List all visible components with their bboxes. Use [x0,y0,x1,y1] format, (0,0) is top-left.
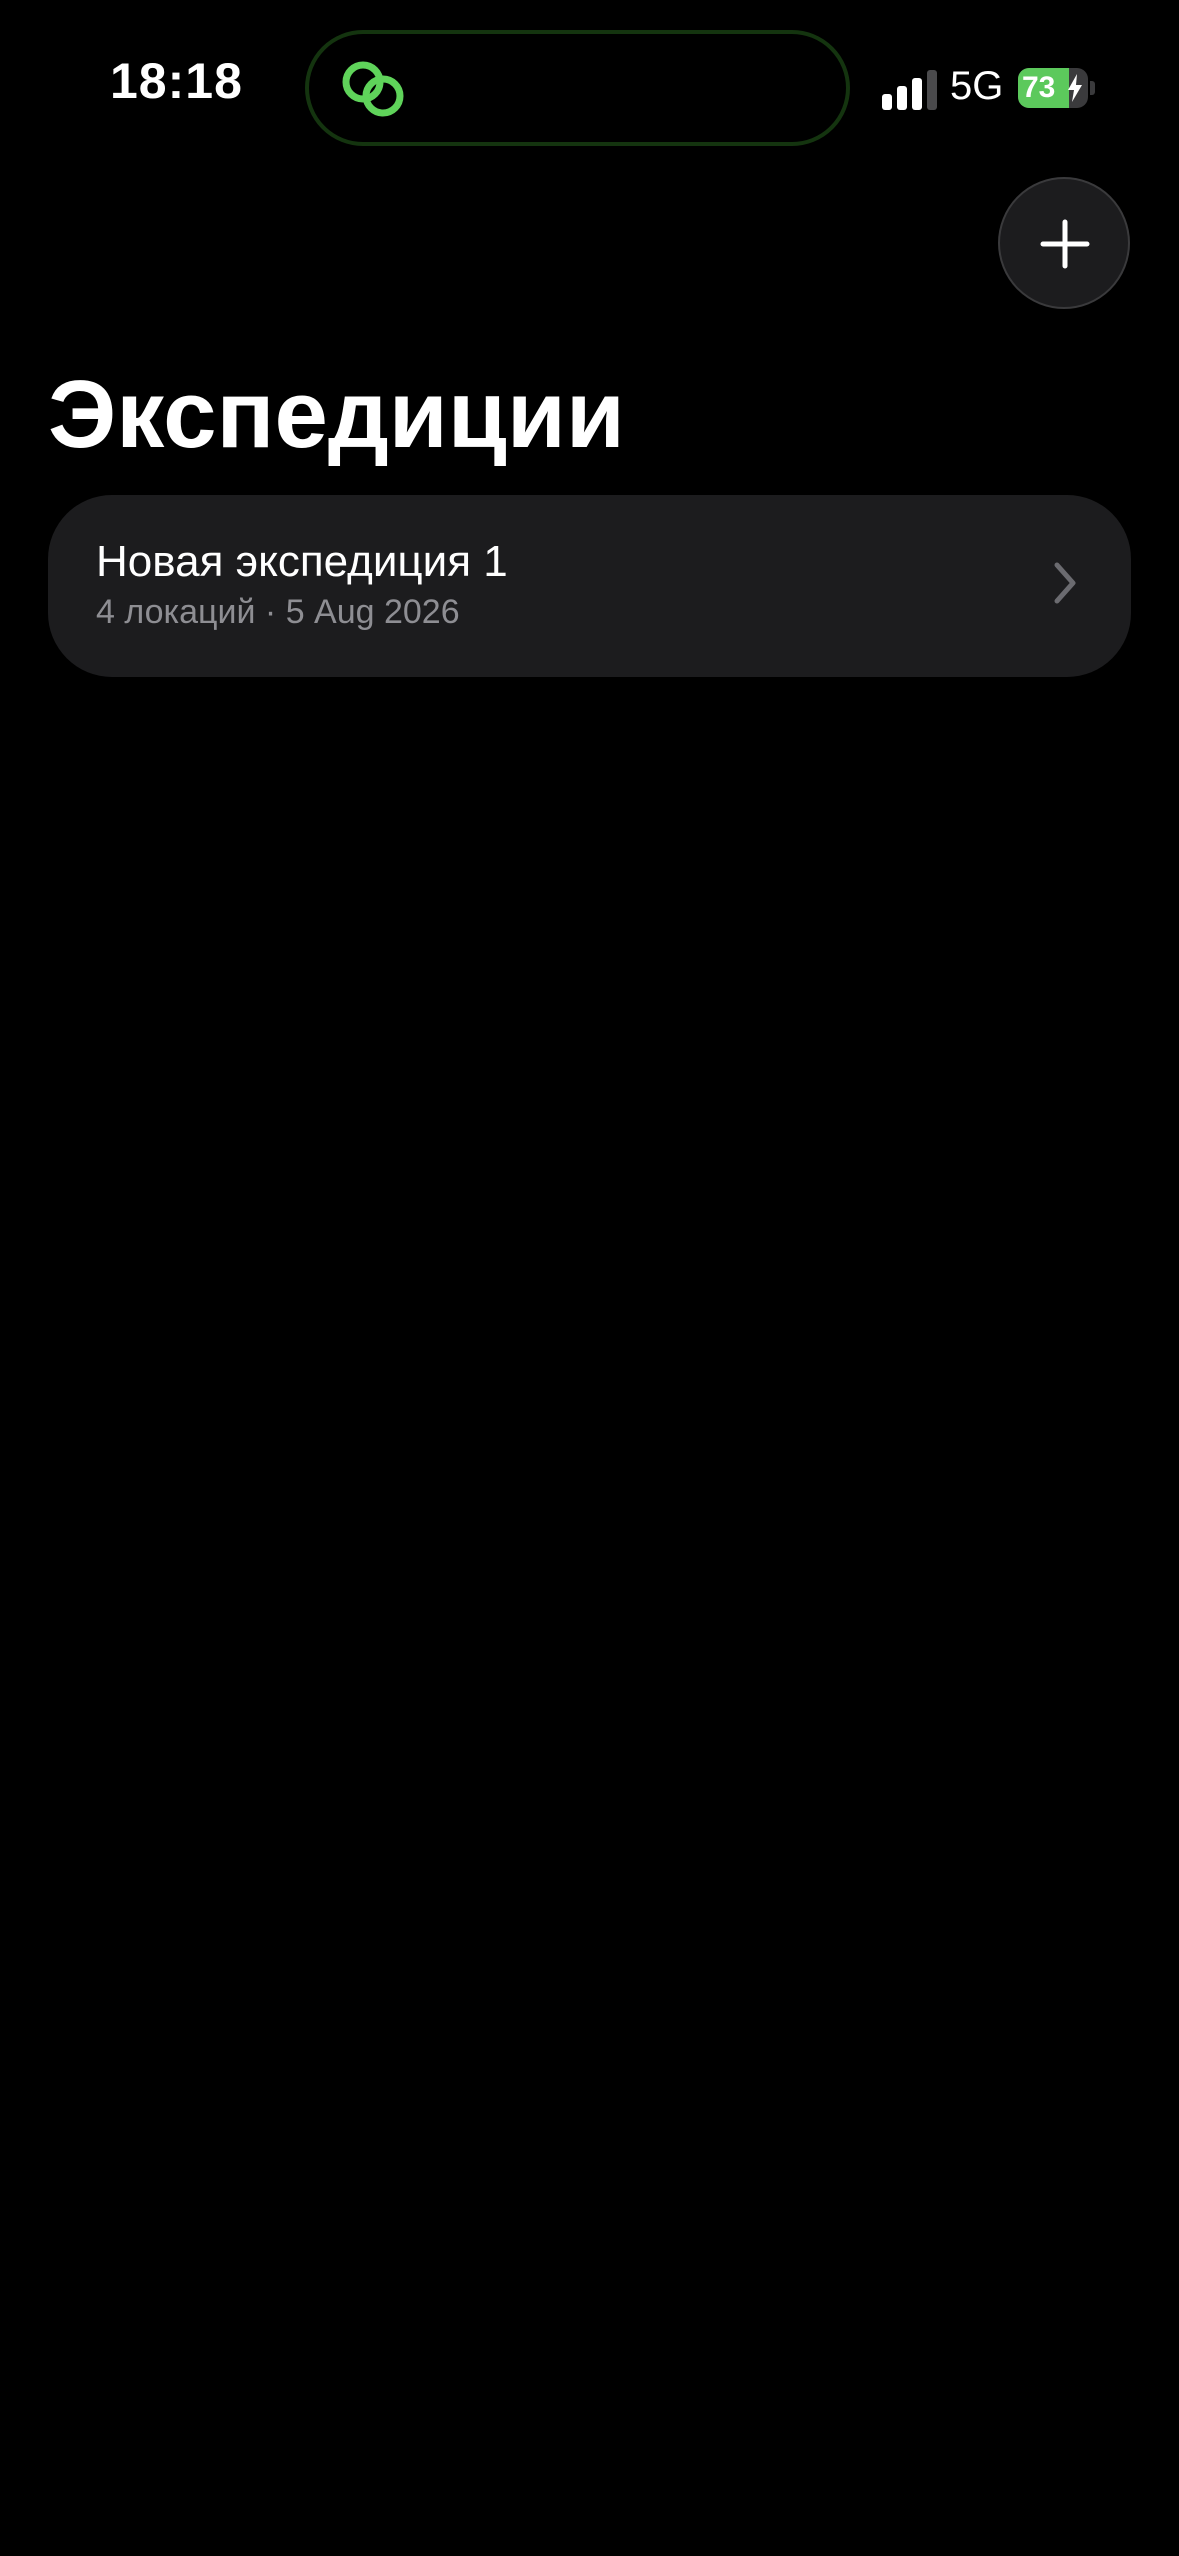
battery-cap [1090,81,1095,95]
status-bar: 18:18 5G 73 [0,0,1179,170]
charging-bolt-icon [1068,74,1082,102]
link-rings-icon [342,61,404,117]
battery-body: 73 [1018,68,1088,108]
page-title: Экспедиции [48,361,625,468]
plus-icon [1040,219,1090,269]
cellular-signal-icon [882,70,937,110]
battery-icon: 73 [1018,68,1095,108]
expedition-subtitle: 4 локаций · 5 Aug 2026 [96,593,460,631]
expedition-list-item[interactable]: Новая экспедиция 1 4 локаций · 5 Aug 202… [48,495,1131,677]
expedition-title: Новая экспедиция 1 [96,537,508,586]
status-time: 18:18 [110,53,243,109]
chevron-right-icon [1054,562,1076,604]
dynamic-island[interactable] [305,30,850,146]
battery-level: 73 [1022,71,1056,104]
network-type: 5G [950,64,1004,108]
add-expedition-button[interactable] [998,177,1130,309]
